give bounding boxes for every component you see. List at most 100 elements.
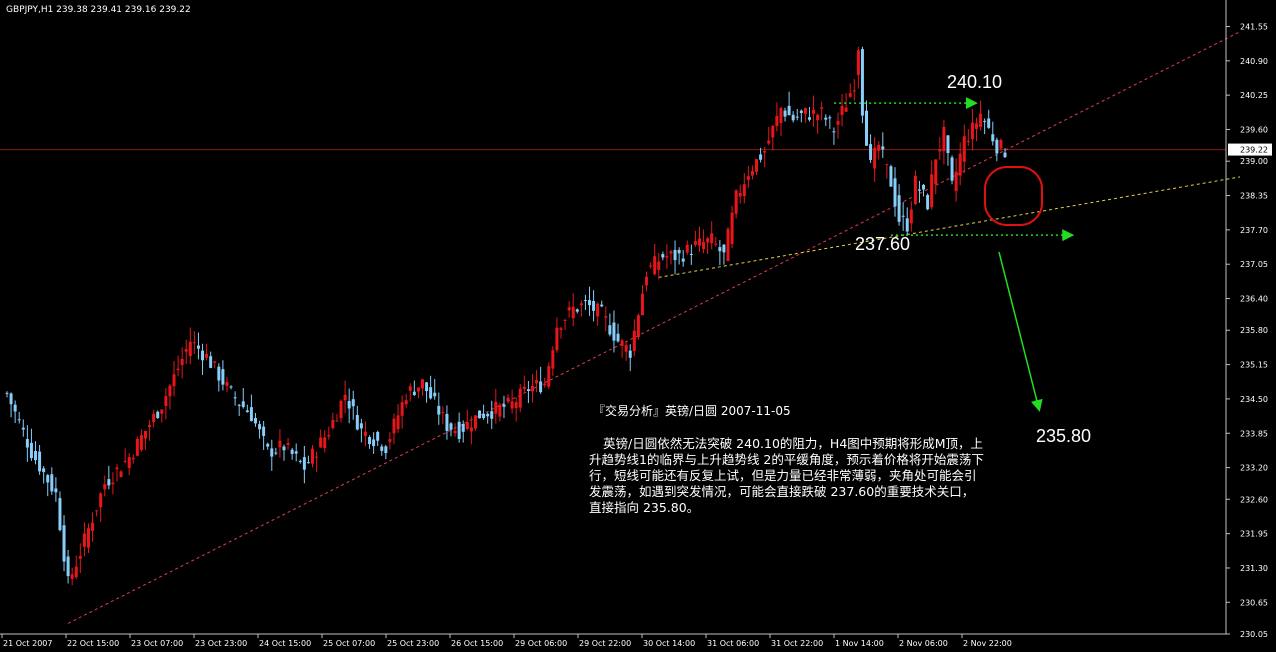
candle [946, 135, 950, 166]
candle [645, 271, 649, 292]
candle-body [213, 361, 217, 363]
candle [180, 347, 184, 379]
candle [991, 121, 995, 146]
candle-body [889, 166, 893, 187]
candle [486, 412, 490, 424]
candle [942, 119, 946, 165]
candle [539, 366, 543, 394]
candle-body [58, 498, 62, 531]
candle-body [270, 448, 274, 457]
candle [38, 445, 42, 475]
candle-body [881, 146, 885, 150]
candle [400, 395, 404, 429]
symbol-header: GBPJPY,H1 239.38 239.41 239.16 239.22 [6, 5, 191, 15]
candle-body [372, 439, 376, 447]
candle [107, 465, 111, 490]
candle-body [539, 381, 543, 393]
candle-body [722, 244, 726, 253]
candle-body [205, 353, 209, 358]
candle [408, 383, 412, 402]
candle-body [209, 356, 213, 368]
candle-body [917, 189, 921, 191]
candle-body [127, 457, 131, 469]
candle [726, 227, 730, 262]
candle-body [408, 386, 412, 391]
candle-body [759, 154, 763, 160]
candle [217, 363, 221, 392]
candle [970, 108, 974, 151]
price-chart[interactable]: 241.55 240.90 240.25 239.60 239.00 238.35 237.… [0, 0, 1276, 652]
candle [78, 543, 82, 574]
candle-body [249, 407, 253, 422]
candle-body [425, 382, 429, 392]
candle [697, 226, 701, 252]
candle-body [832, 131, 836, 133]
candle [514, 397, 518, 422]
candle [673, 240, 677, 275]
candle [803, 107, 807, 123]
candle [478, 410, 482, 419]
candle-body [865, 110, 869, 146]
time-tick-label: 30 Oct 14:00 [643, 639, 695, 648]
candle-body [970, 122, 974, 140]
candle [262, 420, 266, 450]
candle-body [807, 117, 811, 120]
candle-body [844, 107, 848, 112]
candle-body [885, 164, 889, 166]
candle [816, 113, 820, 134]
candle [420, 378, 424, 396]
candle [433, 378, 437, 400]
candle-body [461, 423, 465, 432]
candle [840, 94, 844, 127]
analysis-text: 英镑/日圆依然无法突破 240.10的阻力，H4图中预期将形成M顶，上升趋势线1… [589, 436, 984, 515]
candle-body [852, 90, 856, 92]
price-tick-label: 233.85 [1240, 429, 1268, 438]
candle-body [543, 383, 547, 386]
candle-body [327, 434, 331, 437]
candle-body [315, 456, 319, 458]
candle-body [579, 303, 583, 306]
candle [917, 180, 921, 203]
candle-body [604, 316, 608, 318]
candle [17, 411, 21, 424]
candle-body [995, 139, 999, 154]
candle [437, 392, 441, 425]
candle [327, 426, 331, 440]
candle-body [449, 423, 453, 430]
candle [331, 412, 335, 430]
candle-body [559, 328, 563, 330]
candle [461, 420, 465, 443]
candle [282, 444, 286, 461]
candle-body [926, 194, 930, 210]
candle-body [95, 510, 99, 512]
candle [950, 155, 954, 185]
candle-body [816, 114, 820, 121]
candle [445, 405, 449, 440]
candle-body [661, 254, 665, 258]
candle-body [645, 276, 649, 286]
price-tick-label: 241.55 [1240, 22, 1268, 31]
candle-body [930, 174, 934, 208]
candle-body [188, 341, 192, 357]
candle-body [693, 241, 697, 245]
candle [526, 381, 530, 404]
candle [616, 323, 620, 343]
candle-body [66, 556, 70, 577]
candle-body [221, 369, 225, 385]
candle-body [840, 105, 844, 115]
candle [343, 380, 347, 414]
candle-body [473, 415, 477, 429]
candle [706, 236, 710, 255]
candle-body [384, 446, 388, 454]
candle-body [86, 528, 90, 548]
candle [66, 549, 70, 584]
candle [384, 444, 388, 460]
candle [588, 286, 592, 316]
candle [54, 477, 58, 502]
candle-body [913, 175, 917, 204]
candle [860, 46, 864, 124]
candle-body [506, 397, 510, 402]
candle [901, 202, 905, 231]
candle [86, 523, 90, 553]
candle-body [958, 153, 962, 176]
